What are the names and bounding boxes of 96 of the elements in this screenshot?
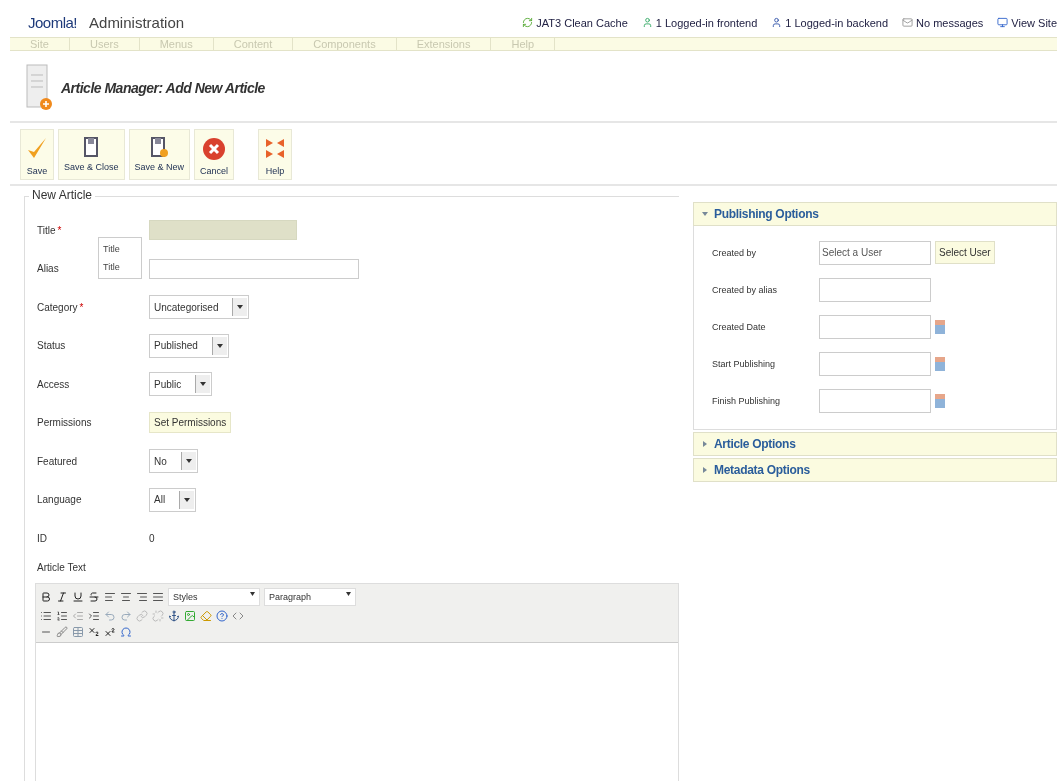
redo-icon[interactable] [120, 609, 132, 622]
field-label: Permissions [37, 417, 92, 429]
field-label: Featured [37, 455, 78, 467]
styles-select[interactable]: Styles [168, 587, 260, 606]
anchor-icon[interactable] [168, 609, 180, 622]
align-right-icon[interactable] [136, 590, 148, 603]
bold-icon[interactable] [40, 590, 52, 603]
subscript-icon[interactable] [88, 625, 100, 638]
numbered-list-icon[interactable] [56, 609, 68, 622]
panel-header[interactable]: Metadata Options [693, 458, 1057, 482]
select-field[interactable]: Public [149, 372, 213, 397]
required-mark: * [57, 224, 62, 236]
text-field[interactable] [819, 277, 931, 302]
caret-icon [216, 343, 223, 348]
select-user-button[interactable]: Select User [935, 241, 995, 264]
id-value: 0 [149, 532, 155, 544]
align-justify-icon[interactable] [152, 590, 164, 603]
admin-title: Administration [89, 14, 185, 31]
caret-icon [346, 591, 351, 596]
tooltip-title: Title [103, 244, 121, 254]
align-center-icon[interactable] [120, 590, 132, 603]
select-field[interactable]: Uncategorised [149, 295, 250, 320]
underline-icon[interactable] [72, 590, 84, 603]
help-icon[interactable] [216, 609, 228, 622]
panel-header[interactable]: Article Options [693, 432, 1057, 456]
toolbar-button[interactable]: Save [20, 129, 54, 180]
toolbar-button[interactable]: Cancel [194, 129, 235, 180]
user-icon [641, 17, 653, 28]
field-label: Start Publishing [712, 358, 777, 369]
field-label: Access [37, 378, 70, 390]
required-mark: * [79, 301, 84, 313]
page-title: Article Manager: Add New Article [61, 80, 265, 96]
header-link[interactable]: JAT3 Clean Cache [522, 16, 628, 29]
select-field[interactable]: Published [149, 333, 229, 358]
toolbar-button[interactable]: Save & New [128, 129, 191, 180]
refresh-icon [522, 17, 534, 28]
caret-icon [250, 591, 255, 596]
field-label: Alias [37, 263, 59, 275]
editor[interactable]: Styles Paragraph [35, 582, 679, 781]
panel-header[interactable]: Publishing Options [693, 202, 1057, 226]
caret-icon [200, 382, 207, 387]
mail-icon [902, 17, 914, 28]
field-label: Article Text [37, 560, 87, 575]
header-link[interactable]: 1 Logged-in frontend [641, 16, 758, 29]
field-label: Created Date [712, 321, 767, 332]
date-field[interactable] [819, 388, 931, 413]
calendar-icon[interactable] [935, 319, 945, 334]
toolbar-button[interactable]: Save & Close [58, 129, 125, 180]
caret-icon [184, 497, 191, 502]
image-icon[interactable] [184, 609, 196, 622]
select-field[interactable]: All [149, 487, 197, 512]
header-link[interactable]: View Site [997, 16, 1057, 29]
calendar-icon[interactable] [935, 356, 945, 371]
align-left-icon[interactable] [104, 590, 116, 603]
field-label: Language [37, 494, 82, 506]
field-label: Created by alias [712, 284, 779, 295]
italic-icon[interactable] [56, 590, 68, 603]
caret-icon [702, 467, 708, 473]
field-label: Category [37, 301, 78, 313]
tooltip-text: Title [103, 262, 121, 272]
omega-icon[interactable] [120, 625, 132, 638]
date-field[interactable] [819, 314, 931, 339]
caret-icon [702, 211, 708, 217]
toolbar-button[interactable]: Help [258, 129, 293, 180]
header-link[interactable]: No messages [902, 16, 984, 29]
header-link[interactable]: 1 Logged-in backend [771, 16, 889, 29]
date-field[interactable] [819, 351, 931, 376]
indent-icon[interactable] [88, 609, 100, 622]
floppy-icon [150, 136, 169, 158]
cancel-icon [202, 136, 227, 162]
format-select[interactable]: Paragraph [264, 587, 356, 606]
fieldset-legend: New Article [29, 188, 96, 202]
field-label: Finish Publishing [712, 395, 782, 406]
user-field[interactable]: Select a User [819, 240, 931, 265]
field-label: Title [37, 224, 56, 236]
eraser-icon[interactable] [200, 609, 212, 622]
text-field[interactable] [149, 258, 359, 279]
floppy-icon [83, 136, 100, 158]
field-label: Created by [712, 247, 758, 258]
monitor-icon [997, 17, 1009, 28]
caret-icon [237, 305, 244, 310]
caret-icon [702, 441, 708, 447]
field-label: Status [37, 340, 66, 352]
caret-icon [185, 459, 192, 464]
bullet-list-icon[interactable] [40, 609, 52, 622]
field-label: ID [37, 532, 47, 544]
calendar-icon[interactable] [935, 393, 945, 408]
link-icon[interactable] [136, 609, 148, 622]
article-add-icon [25, 63, 53, 113]
select-field[interactable]: No [149, 449, 198, 474]
strikethrough-icon[interactable] [88, 590, 100, 603]
permissions-button[interactable]: Set Permissions [149, 412, 232, 434]
joomla-logo: Joomla! [28, 14, 78, 31]
user-icon [771, 17, 783, 28]
superscript-icon[interactable] [104, 625, 116, 638]
text-field[interactable] [149, 220, 297, 241]
